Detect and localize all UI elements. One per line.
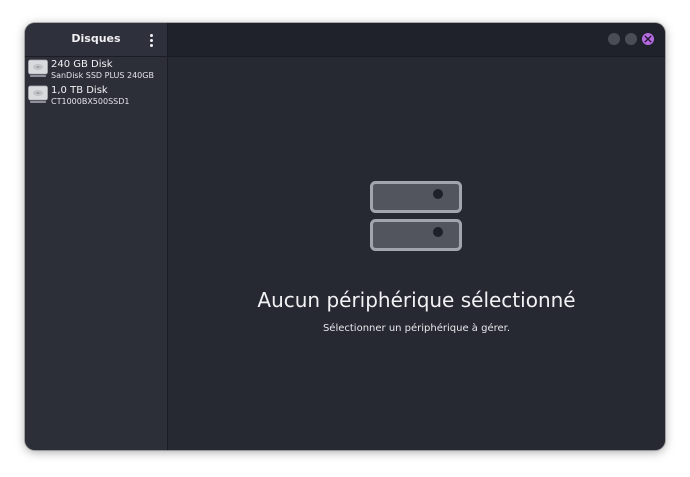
disks-window: Disques 240 GB Disk SanDisk SSD PLUS 240…: [25, 23, 665, 450]
empty-state-subtitle: Sélectionner un périphérique à gérer.: [322, 323, 511, 334]
disk-item-1tb[interactable]: 1,0 TB Disk CT1000BX500SSD1: [25, 83, 167, 109]
sidebar: Disques 240 GB Disk SanDisk SSD PLUS 240…: [25, 23, 168, 450]
disk-model: SanDisk SSD PLUS 240GB: [51, 71, 154, 80]
disk-list: 240 GB Disk SanDisk SSD PLUS 240GB 1,0 T…: [25, 57, 167, 109]
main-content: Aucun périphérique sélectionné Sélection…: [168, 57, 665, 450]
sidebar-header: Disques: [25, 23, 167, 57]
drive-icon: [28, 59, 48, 77]
maximize-icon[interactable]: [625, 33, 637, 45]
empty-state-title: Aucun périphérique sélectionné: [257, 288, 576, 312]
minimize-icon[interactable]: [608, 33, 620, 45]
disk-model: CT1000BX500SSD1: [51, 97, 130, 106]
vertical-ellipsis-icon[interactable]: [143, 31, 159, 49]
storage-drives-icon: [370, 181, 462, 251]
disk-item-240gb[interactable]: 240 GB Disk SanDisk SSD PLUS 240GB: [25, 57, 167, 83]
disk-name: 240 GB Disk: [51, 59, 113, 70]
disk-name: 1,0 TB Disk: [51, 85, 108, 96]
close-icon[interactable]: [642, 33, 654, 45]
main-header: [168, 23, 665, 57]
drive-icon: [28, 85, 48, 103]
